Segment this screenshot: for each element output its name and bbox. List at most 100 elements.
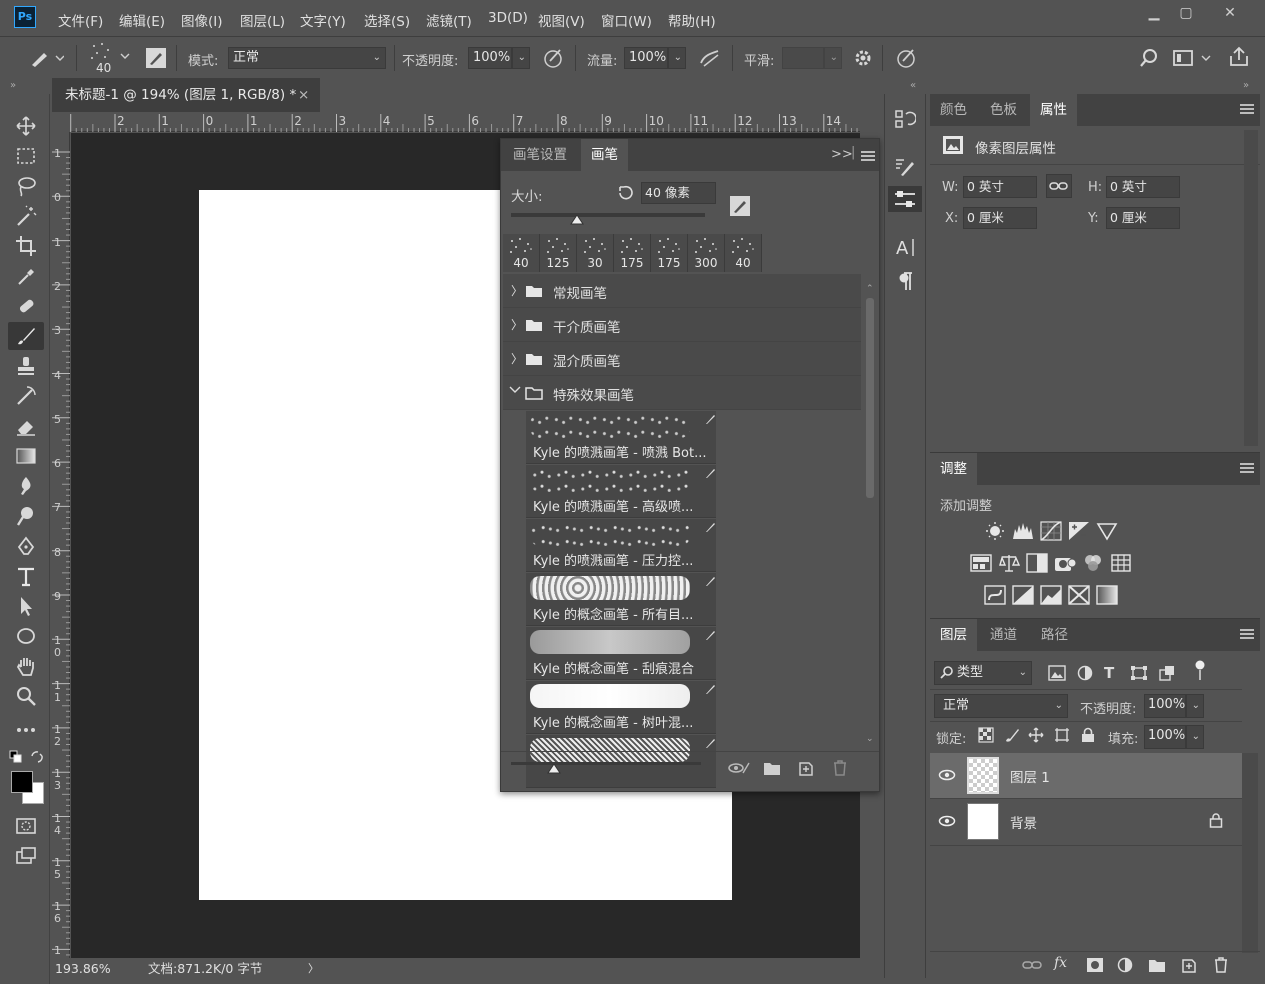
filter-shape-icon[interactable] [1130, 665, 1148, 681]
lock-artboard-icon[interactable] [1054, 727, 1070, 743]
ellipse-tool-icon[interactable] [8, 622, 44, 650]
filter-smart-object-icon[interactable] [1158, 665, 1176, 681]
brush-list-item[interactable]: Kyle 的概念画笔 - 所有目... [526, 573, 716, 626]
posterize-icon[interactable] [1012, 585, 1034, 605]
menu-file[interactable]: 文件(F) [58, 10, 103, 30]
fill-input[interactable]: 100% [1144, 725, 1186, 749]
menu-edit[interactable]: 编辑(E) [119, 10, 165, 30]
workspace-icon[interactable] [1172, 47, 1212, 69]
slider-thumb[interactable] [547, 764, 561, 774]
layer-name[interactable]: 图层 1 [1010, 766, 1050, 786]
folder-row[interactable]: 〉 常规画笔 [503, 274, 861, 308]
type-tool-icon[interactable] [8, 562, 44, 590]
properties-scrollbar[interactable] [1244, 130, 1258, 446]
flow-input[interactable]: 100% [624, 47, 668, 69]
marquee-tool-icon[interactable] [8, 142, 44, 170]
preview-size-slider[interactable] [511, 762, 701, 774]
quick-mask-icon[interactable] [8, 812, 44, 840]
blur-tool-icon[interactable] [8, 472, 44, 500]
brush-list-item[interactable]: Kyle 的喷溅画笔 - 高级喷... [526, 465, 716, 518]
pen-tool-icon[interactable] [8, 532, 44, 560]
brush-preset[interactable]: 175 [651, 234, 688, 272]
color-lookup-icon[interactable] [1110, 553, 1132, 573]
panel-collapse-icon[interactable]: >> [831, 147, 853, 162]
chevron-right-icon[interactable]: 〉 [511, 350, 523, 367]
dodge-tool-icon[interactable] [8, 502, 44, 530]
status-menu-arrow[interactable]: 〉 [308, 958, 319, 980]
collapse-panels-icon[interactable]: » [1243, 80, 1249, 91]
add-mask-icon[interactable] [1086, 957, 1104, 973]
invert-icon[interactable] [984, 585, 1006, 605]
close-window-button[interactable]: ✕ [1212, 2, 1248, 24]
mode-select[interactable]: 正常 ⌄ [228, 47, 386, 69]
scrollbar-thumb[interactable] [866, 298, 874, 498]
brush-list-item[interactable]: Kyle 的喷溅画笔 - 喷溅 Bot... [526, 411, 716, 464]
opacity-input[interactable]: 100% [468, 47, 512, 69]
menu-filter[interactable]: 滤镜(T) [426, 10, 472, 30]
zoom-level[interactable]: 193.86% [55, 958, 111, 980]
opacity-dropdown[interactable]: ⌄ [512, 47, 530, 69]
eyedropper-tool-icon[interactable] [8, 262, 44, 290]
eraser-tool-icon[interactable] [8, 412, 44, 440]
brush-list-item[interactable]: Kyle 的概念画笔 - 刮痕混合 [526, 627, 716, 680]
gradient-map-icon[interactable] [1096, 585, 1118, 605]
menu-select[interactable]: 选择(S) [364, 10, 410, 30]
brush-panel-icon[interactable] [888, 154, 922, 180]
chevron-right-icon[interactable]: 〉 [511, 282, 523, 299]
maximize-button[interactable]: ▢ [1168, 2, 1204, 24]
history-panel-icon[interactable] [888, 106, 922, 132]
reset-size-icon[interactable] [616, 184, 634, 202]
more-tools-icon[interactable] [8, 716, 44, 744]
brush-list-item[interactable]: Kyle 的概念画笔 - 树叶混... [526, 681, 716, 734]
lock-all-icon[interactable] [1080, 727, 1096, 743]
brush-size-input[interactable]: 40 像素 [641, 182, 716, 204]
history-brush-tool-icon[interactable] [8, 382, 44, 410]
blend-mode-select[interactable]: 正常 ⌄ [934, 694, 1068, 718]
chevron-down-icon[interactable] [120, 53, 130, 61]
layer-row-background[interactable]: 背景 [930, 799, 1242, 844]
tab-adjustments[interactable]: 调整 [930, 453, 977, 485]
brush-tool-icon[interactable] [8, 322, 44, 350]
menu-3d[interactable]: 3D(D) [488, 10, 528, 26]
paragraph-panel-icon[interactable] [888, 268, 922, 294]
foreground-color-swatch[interactable] [11, 771, 33, 793]
gear-icon[interactable] [852, 47, 874, 69]
panel-menu-icon[interactable] [1240, 463, 1254, 473]
smoothing-dropdown[interactable]: ⌄ [824, 47, 842, 69]
smoothing-input[interactable] [782, 47, 824, 69]
folder-row-open[interactable]: 特殊效果画笔 [503, 376, 861, 410]
new-brush-icon[interactable] [729, 195, 751, 217]
height-input[interactable]: 0 英寸 [1106, 176, 1180, 198]
minimize-button[interactable]: ▁ [1136, 2, 1172, 24]
hue-saturation-icon[interactable] [970, 553, 992, 573]
filter-pixel-icon[interactable] [1048, 665, 1066, 681]
tab-layers[interactable]: 图层 [930, 619, 977, 651]
photoshop-logo-icon[interactable]: Ps [14, 6, 36, 28]
photo-filter-icon[interactable] [1054, 553, 1076, 573]
path-selection-tool-icon[interactable] [8, 592, 44, 620]
chevron-down-icon[interactable] [509, 385, 521, 395]
visibility-eye-icon[interactable] [938, 768, 956, 782]
lasso-tool-icon[interactable] [8, 172, 44, 200]
brightness-contrast-icon[interactable] [984, 521, 1006, 541]
brush-preset[interactable]: 40 [725, 234, 762, 272]
filter-adjustment-icon[interactable] [1076, 665, 1094, 681]
menu-help[interactable]: 帮助(H) [668, 10, 716, 30]
tab-swatches[interactable]: 色板 [980, 94, 1027, 126]
tab-color[interactable]: 颜色 [930, 94, 977, 126]
pressure-size-icon[interactable] [895, 47, 917, 69]
delete-layer-icon[interactable] [1212, 956, 1230, 974]
brush-tool-preset-icon[interactable] [28, 47, 64, 69]
trash-icon[interactable] [831, 759, 849, 777]
black-white-icon[interactable] [1026, 553, 1048, 573]
link-dimensions-button[interactable] [1046, 174, 1072, 198]
airbrush-icon[interactable] [698, 47, 722, 69]
vibrance-icon[interactable] [1096, 521, 1118, 541]
gradient-tool-icon[interactable] [8, 442, 44, 470]
new-brush-preset-icon[interactable] [797, 759, 815, 777]
menu-view[interactable]: 视图(V) [538, 10, 585, 30]
new-fill-layer-icon[interactable] [1116, 957, 1134, 973]
visibility-eye-icon[interactable] [938, 814, 956, 828]
share-icon[interactable] [1228, 46, 1250, 68]
new-group-icon[interactable] [763, 760, 781, 776]
